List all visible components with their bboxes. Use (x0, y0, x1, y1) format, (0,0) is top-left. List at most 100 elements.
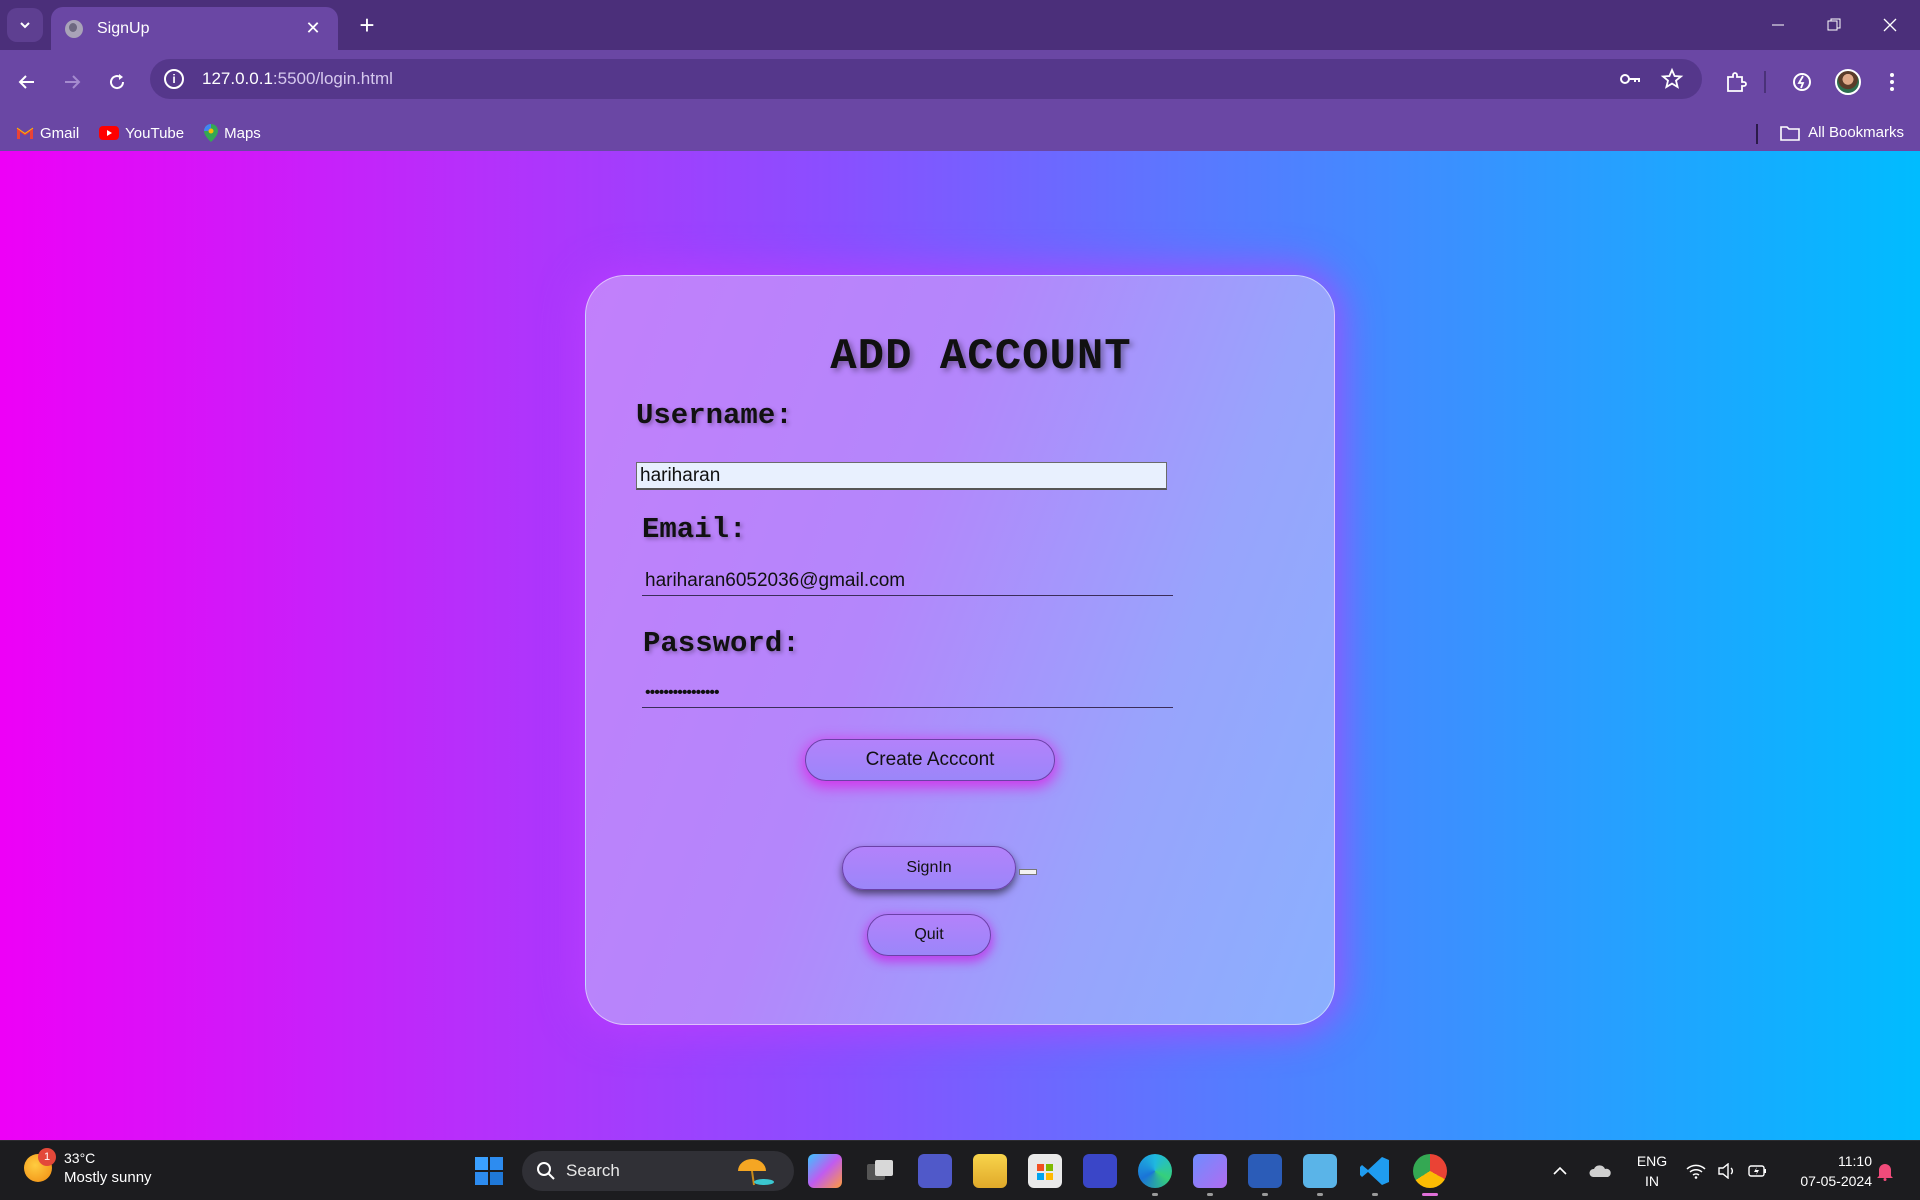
region-code: IN (1645, 1173, 1659, 1189)
browser-toolbar: i 127.0.0.1:5500/login.html Gmail YouTub… (0, 50, 1920, 158)
weather-description: Mostly sunny (64, 1169, 152, 1186)
cloud-icon (1589, 1165, 1611, 1177)
page-viewport: ADD ACCOUNT Username: hariharan Email: h… (0, 151, 1920, 1141)
copilot-icon[interactable] (1193, 1154, 1227, 1188)
close-tab-icon[interactable]: ✕ (302, 18, 324, 39)
running-indicator (1317, 1193, 1323, 1196)
system-clock[interactable]: 11:10 07-05-2024 (1782, 1151, 1872, 1191)
tab-title: SignUp (97, 19, 150, 37)
maps-icon (204, 124, 219, 142)
small-input-box[interactable] (1019, 869, 1037, 875)
show-hidden-icons[interactable] (1552, 1141, 1568, 1200)
tab-search-button[interactable] (7, 8, 43, 42)
store-squares-icon (1037, 1164, 1053, 1180)
notepad-icon[interactable] (1303, 1154, 1337, 1188)
language-indicator[interactable]: ENG IN (1632, 1151, 1672, 1191)
bookmark-label: YouTube (125, 124, 185, 142)
windows-logo-icon (475, 1157, 503, 1185)
password-label: Password: (643, 627, 800, 660)
running-indicator (1262, 1193, 1268, 1196)
beach-umbrella-icon (738, 1159, 774, 1186)
gmail-icon (16, 127, 34, 139)
folder-icon (1780, 125, 1800, 141)
bookmarks-divider (1756, 124, 1758, 144)
close-window-button[interactable] (1862, 0, 1918, 50)
back-button[interactable] (9, 64, 45, 100)
bell-icon (1877, 1164, 1893, 1181)
all-bookmarks-label: All Bookmarks (1808, 124, 1904, 141)
profile-button[interactable] (1830, 64, 1866, 100)
weather-temperature: 33°C (64, 1150, 96, 1166)
maths-app-icon[interactable] (1083, 1154, 1117, 1188)
clock-date: 07-05-2024 (1800, 1173, 1872, 1189)
quit-button[interactable]: Quit (867, 914, 991, 956)
vscode-icon[interactable] (1358, 1154, 1392, 1188)
weather-widget[interactable]: 1 33°C Mostly sunny (24, 1148, 152, 1187)
new-tab-button[interactable]: + (352, 10, 382, 40)
quick-settings[interactable] (1686, 1141, 1768, 1200)
microsoft-store-icon[interactable] (1028, 1154, 1062, 1188)
file-explorer-icon[interactable] (973, 1154, 1007, 1188)
volume-icon (1718, 1163, 1733, 1179)
arrow-right-icon (65, 75, 81, 89)
onedrive-icon[interactable] (1588, 1141, 1612, 1200)
puzzle-icon (1727, 72, 1747, 92)
battery-charging-icon (1748, 1165, 1766, 1177)
key-icon[interactable] (1618, 67, 1642, 91)
minimize-button[interactable] (1750, 0, 1806, 50)
language-code: ENG (1636, 1153, 1668, 1169)
clock-time: 11:10 (1838, 1153, 1872, 1169)
speed-icon (1793, 73, 1811, 91)
email-input[interactable]: hariharan6052036@gmail.com (642, 566, 1173, 596)
start-button[interactable] (472, 1154, 506, 1188)
close-icon (1883, 18, 1897, 32)
performance-button[interactable] (1784, 64, 1820, 100)
page-title: ADD ACCOUNT (830, 332, 1132, 382)
browser-tab[interactable]: SignUp ✕ (51, 7, 338, 50)
username-input[interactable]: hariharan (636, 462, 1167, 490)
email-label: Email: (642, 513, 747, 546)
wifi-icon (1686, 1164, 1706, 1179)
forward-button[interactable] (54, 64, 90, 100)
address-bar[interactable]: i 127.0.0.1:5500/login.html (150, 59, 1702, 99)
url-host: 127.0.0.1 (202, 69, 273, 88)
taskbar-search[interactable]: Search (522, 1151, 794, 1191)
task-view-glyph (867, 1160, 893, 1180)
copilot-pre-icon[interactable] (808, 1154, 842, 1188)
weather-sun-icon: 1 (24, 1148, 56, 1182)
signin-button[interactable]: SignIn (842, 846, 1016, 890)
signup-card: ADD ACCOUNT Username: hariharan Email: h… (585, 275, 1335, 1025)
tab-strip: SignUp ✕ + (0, 0, 1920, 50)
running-indicator (1372, 1193, 1378, 1196)
url-path: :5500/login.html (272, 69, 393, 88)
url-text[interactable]: 127.0.0.1:5500/login.html (202, 69, 393, 89)
menu-button[interactable] (1874, 64, 1910, 100)
password-input[interactable]: •••••••••••••••• (642, 678, 1173, 708)
task-view-icon[interactable] (863, 1154, 897, 1188)
word-icon[interactable] (1248, 1154, 1282, 1188)
bookmark-label: Maps (224, 124, 261, 142)
bookmark-gmail[interactable]: Gmail (16, 125, 79, 142)
chrome-icon[interactable] (1413, 1154, 1447, 1188)
star-icon[interactable] (1660, 67, 1684, 91)
chevron-down-icon (20, 22, 30, 29)
restore-button[interactable] (1806, 0, 1862, 50)
more-vertical-icon (1890, 73, 1894, 91)
site-info-icon[interactable]: i (164, 69, 184, 89)
notification-badge: 1 (38, 1148, 56, 1166)
arrow-left-icon (18, 75, 34, 89)
running-indicator (1152, 1193, 1158, 1196)
search-icon (537, 1162, 555, 1180)
vscode-glyph (1360, 1157, 1389, 1185)
chevron-up-icon (1553, 1166, 1567, 1175)
notifications-button[interactable] (1876, 1141, 1894, 1200)
edge-icon[interactable] (1138, 1154, 1172, 1188)
taskbar: 1 33°C Mostly sunny Search ENG IN 11:10 … (0, 1140, 1920, 1200)
create-account-button[interactable]: Create Acccont (805, 739, 1055, 781)
reload-button[interactable] (99, 64, 135, 100)
extensions-button[interactable] (1718, 64, 1754, 100)
bookmark-maps[interactable]: Maps (204, 124, 261, 142)
teams-icon[interactable] (918, 1154, 952, 1188)
all-bookmarks-button[interactable]: All Bookmarks (1780, 124, 1904, 141)
bookmark-youtube[interactable]: YouTube (99, 125, 184, 142)
